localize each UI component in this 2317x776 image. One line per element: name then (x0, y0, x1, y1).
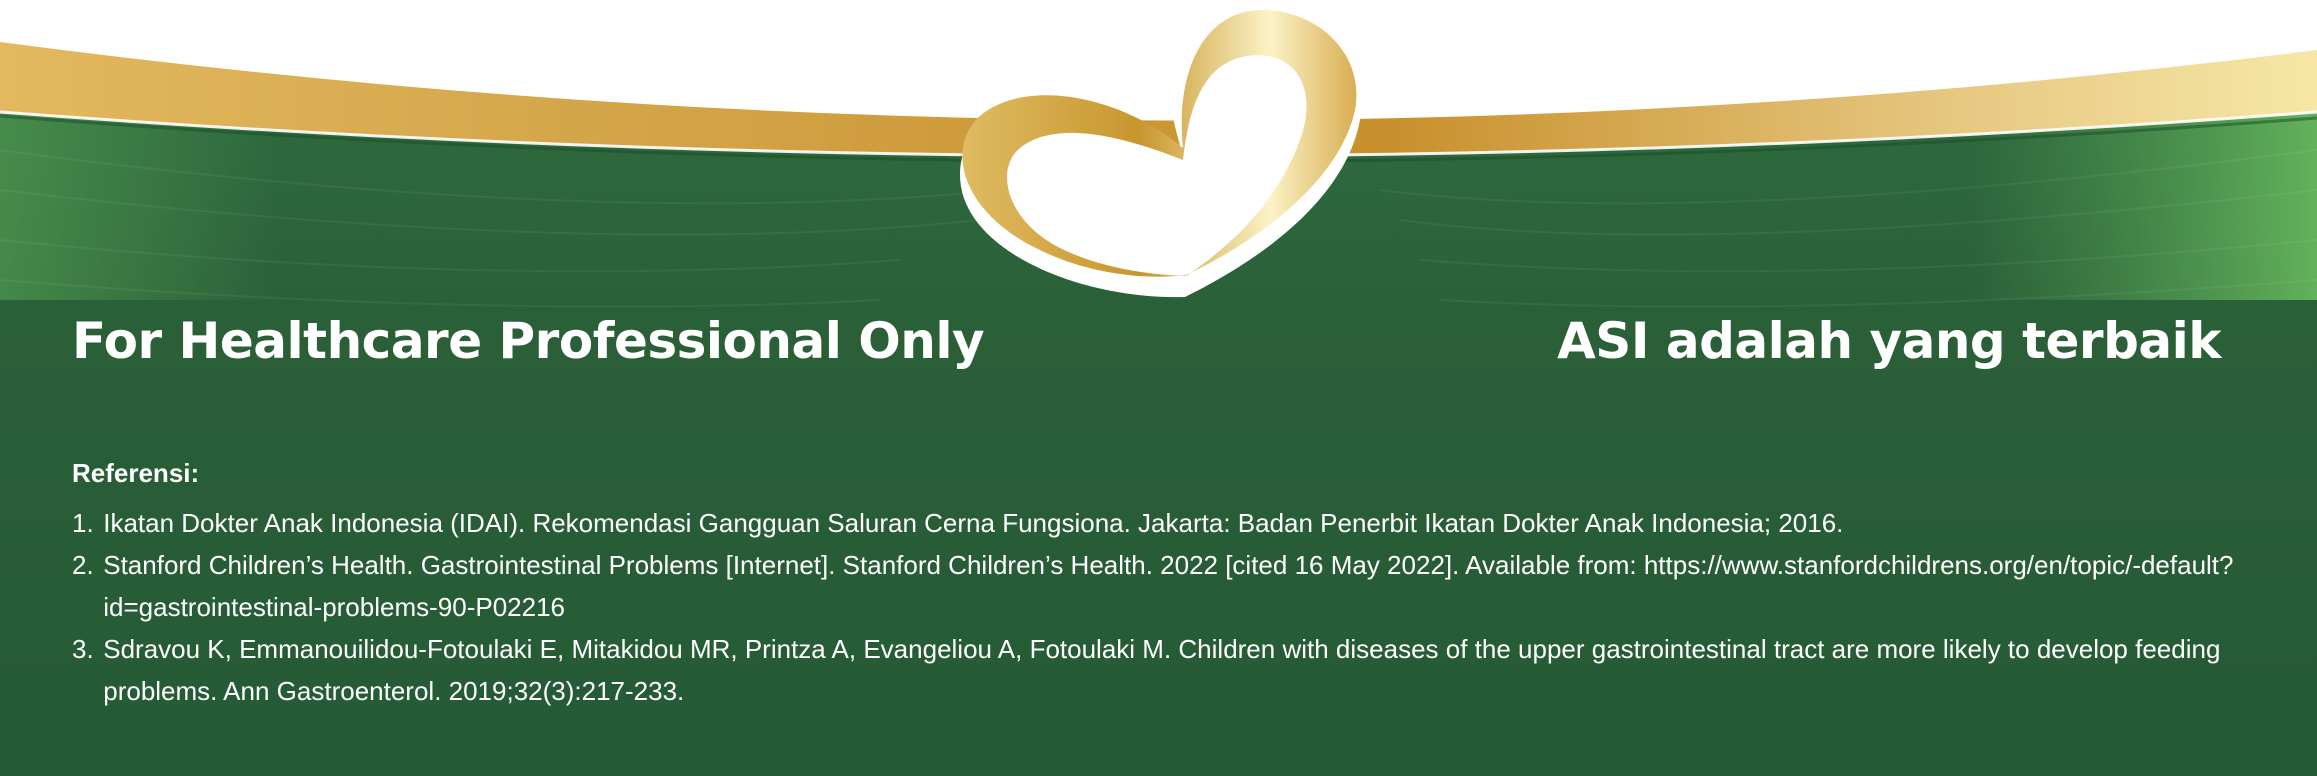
reference-number: 1. (72, 508, 94, 538)
reference-number: 2. (72, 550, 94, 580)
reference-item: 3. Sdravou K, Emmanouilidou-Fotoulaki E,… (72, 628, 2302, 712)
references-section: Referensi: 1. Ikatan Dokter Anak Indones… (72, 452, 2302, 712)
reference-number: 3. (72, 634, 94, 664)
reference-text: Ikatan Dokter Anak Indonesia (IDAI). Rek… (103, 508, 1844, 538)
reference-text: Sdravou K, Emmanouilidou-Fotoulaki E, Mi… (103, 634, 2221, 706)
reference-item: 1. Ikatan Dokter Anak Indonesia (IDAI). … (72, 502, 2302, 544)
reference-text: Stanford Children’s Health. Gastrointest… (103, 550, 2234, 622)
reference-banner: For Healthcare Professional Only ASI ada… (0, 0, 2317, 776)
breastfeeding-tagline: ASI adalah yang terbaik (1557, 312, 2221, 370)
healthcare-only-heading: For Healthcare Professional Only (72, 312, 985, 370)
references-list: 1. Ikatan Dokter Anak Indonesia (IDAI). … (72, 502, 2302, 712)
reference-item: 2. Stanford Children’s Health. Gastroint… (72, 544, 2302, 628)
references-heading: Referensi: (72, 458, 200, 488)
